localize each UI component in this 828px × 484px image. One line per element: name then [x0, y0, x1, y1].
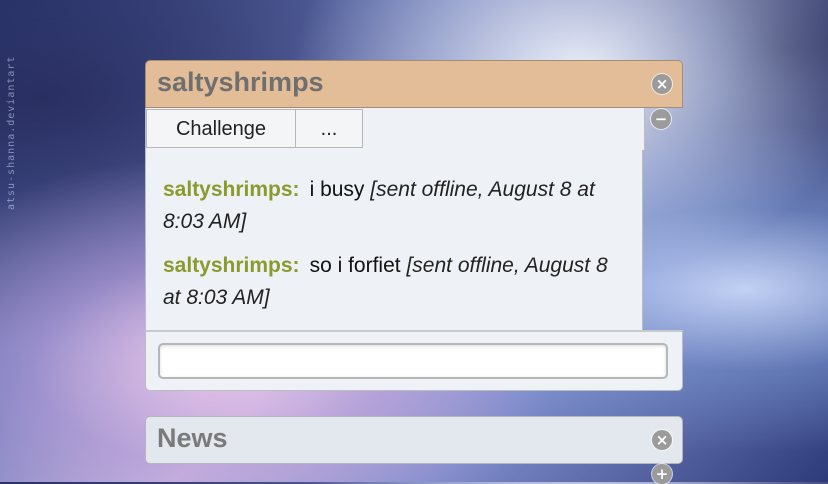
minimize-icon[interactable]: − — [651, 109, 671, 129]
more-options-button[interactable]: ... — [295, 109, 363, 148]
chat-message: saltyshrimps: so i forfiet [sent offline,… — [163, 250, 626, 314]
news-window[interactable]: News × — [145, 416, 683, 464]
background-watermark: atsu-shanna.deviantart — [6, 55, 17, 210]
challenge-button[interactable]: Challenge — [146, 109, 296, 148]
close-icon[interactable]: × — [652, 430, 672, 450]
chat-message: saltyshrimps: i busy [sent offline, Augus… — [163, 174, 626, 238]
message-sender[interactable]: saltyshrimps: — [163, 178, 300, 201]
pm-window: saltyshrimps × − Challenge ... saltyshri… — [145, 60, 683, 391]
news-title: News — [157, 423, 228, 453]
message-input-bar — [145, 330, 683, 391]
pm-buttonbar: Challenge ... — [145, 108, 645, 150]
expand-icon[interactable]: + — [652, 464, 672, 484]
message-text: so i forfiet — [309, 254, 401, 277]
pm-title: saltyshrimps — [157, 67, 324, 97]
chat-log: saltyshrimps: i busy [sent offline, Augus… — [145, 150, 643, 330]
message-input[interactable] — [158, 343, 668, 379]
message-text: i busy — [309, 178, 365, 201]
pm-titlebar[interactable]: saltyshrimps × — [145, 60, 683, 108]
message-sender[interactable]: saltyshrimps: — [163, 254, 300, 277]
close-icon[interactable]: × — [652, 74, 672, 94]
